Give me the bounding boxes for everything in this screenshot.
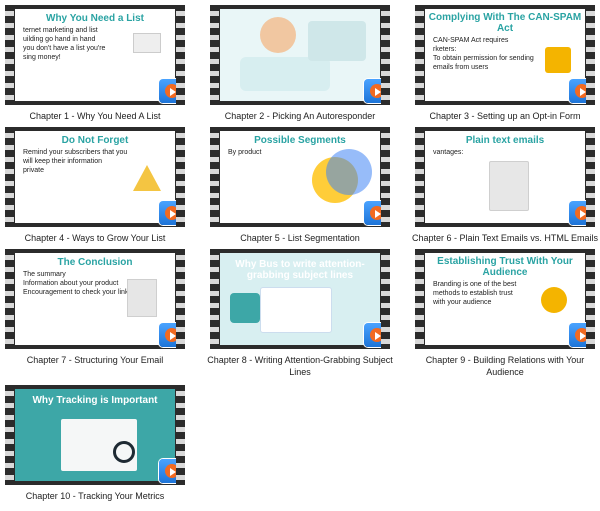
video-thumbnail[interactable]: Do Not Forget Remind your subscribers th… (5, 127, 185, 227)
chapter-caption[interactable]: Chapter 2 - Picking An Autoresponder (205, 110, 395, 122)
monitor-illustration (308, 21, 366, 61)
play-icon[interactable] (159, 459, 183, 483)
play-icon[interactable] (364, 201, 388, 225)
slide-title: Complying With The CAN-SPAM Act (428, 12, 582, 34)
video-thumbnail[interactable]: Why Tracking is Important (5, 385, 185, 485)
play-icon[interactable] (569, 323, 593, 347)
slide-preview: Plain text emails vantages: (425, 131, 585, 223)
slide-title: Do Not Forget (61, 135, 129, 146)
chapter-caption[interactable]: Chapter 3 - Setting up an Opt-in Form (410, 110, 600, 122)
slide-title: Plain text emails (465, 135, 545, 146)
slide-title: Possible Segments (254, 135, 346, 146)
chapter-5-tile[interactable]: Possible Segments By product Chapter 5 -… (205, 127, 395, 244)
venn-diagram-icon-2 (326, 149, 372, 195)
chapter-2-tile[interactable]: Chapter 2 - Picking An Autoresponder (205, 5, 395, 122)
slide-preview: Establishing Trust With Your Audience Br… (425, 253, 585, 345)
slide-preview: Why Tracking is Important (15, 389, 175, 481)
video-thumbnail[interactable] (210, 5, 390, 105)
slide-title: Why Tracking is Important (32, 395, 158, 406)
play-icon[interactable] (159, 323, 183, 347)
video-thumbnail[interactable]: Establishing Trust With Your Audience Br… (415, 249, 595, 349)
chapter-caption[interactable]: Chapter 6 - Plain Text Emails vs. HTML E… (410, 232, 600, 244)
slide-preview (220, 9, 380, 101)
decorative-shapes (230, 293, 260, 323)
slide-body: vantages: (433, 149, 464, 156)
chapter-4-tile[interactable]: Do Not Forget Remind your subscribers th… (0, 127, 190, 244)
video-thumbnail[interactable]: Plain text emails vantages: (415, 127, 595, 227)
play-icon[interactable] (569, 201, 593, 225)
video-thumbnail[interactable]: Why You Need a List ternet marketing and… (5, 5, 185, 105)
chapter-caption[interactable]: Chapter 10 - Tracking Your Metrics (0, 490, 190, 502)
magnifier-icon (113, 441, 135, 463)
chapter-8-tile[interactable]: Why Bus to write attention-grabbing subj… (205, 249, 395, 378)
video-thumbnail[interactable]: Possible Segments By product (210, 127, 390, 227)
slide-preview: Why You Need a List ternet marketing and… (15, 9, 175, 101)
chapter-caption[interactable]: Chapter 5 - List Segmentation (205, 232, 395, 244)
slide-title: The Conclusion (57, 257, 133, 268)
chapter-caption[interactable]: Chapter 7 - Structuring Your Email (0, 354, 190, 366)
slide-preview: Possible Segments By product (220, 131, 380, 223)
play-icon[interactable] (159, 79, 183, 103)
chapter-caption[interactable]: Chapter 9 - Building Relations with Your… (410, 354, 600, 378)
chapter-3-tile[interactable]: Complying With The CAN-SPAM Act CAN-SPAM… (410, 5, 600, 122)
chapter-6-tile[interactable]: Plain text emails vantages: Chapter 6 - … (410, 127, 600, 244)
play-icon[interactable] (159, 201, 183, 225)
warning-icon (133, 165, 161, 191)
video-thumbnail[interactable]: Complying With The CAN-SPAM Act CAN-SPAM… (415, 5, 595, 105)
video-thumbnail[interactable]: The Conclusion The summary Information a… (5, 249, 185, 349)
slide-preview: Why Bus to write attention-grabbing subj… (220, 253, 380, 345)
chapter-7-tile[interactable]: The Conclusion The summary Information a… (0, 249, 190, 366)
play-icon[interactable] (364, 79, 388, 103)
slide-title: Why You Need a List (46, 13, 144, 24)
document-icon (127, 279, 157, 317)
chapter-10-tile[interactable]: Why Tracking is Important Chapter 10 - T… (0, 385, 190, 502)
mail-icon (545, 47, 571, 73)
envelope-icon (133, 33, 161, 53)
person-illustration (260, 17, 296, 53)
chapter-9-tile[interactable]: Establishing Trust With Your Audience Br… (410, 249, 600, 378)
chapter-caption[interactable]: Chapter 4 - Ways to Grow Your List (0, 232, 190, 244)
slide-preview: Complying With The CAN-SPAM Act CAN-SPAM… (425, 9, 585, 101)
play-icon[interactable] (364, 323, 388, 347)
email-illustration (260, 287, 332, 333)
slide-preview: The Conclusion The summary Information a… (15, 253, 175, 345)
txt-file-icon (489, 161, 529, 211)
chapter-1-tile[interactable]: Why You Need a List ternet marketing and… (0, 5, 190, 122)
medal-icon (541, 287, 567, 313)
slide-title: Why Bus to write attention-grabbing subj… (235, 259, 365, 281)
slide-preview: Do Not Forget Remind your subscribers th… (15, 131, 175, 223)
play-icon[interactable] (569, 79, 593, 103)
slide-title: Establishing Trust With Your Audience (437, 256, 573, 278)
chapter-caption[interactable]: Chapter 8 - Writing Attention-Grabbing S… (205, 354, 395, 378)
video-thumbnail[interactable]: Why Bus to write attention-grabbing subj… (210, 249, 390, 349)
desk-illustration (240, 57, 330, 91)
chapter-caption[interactable]: Chapter 1 - Why You Need A List (0, 110, 190, 122)
